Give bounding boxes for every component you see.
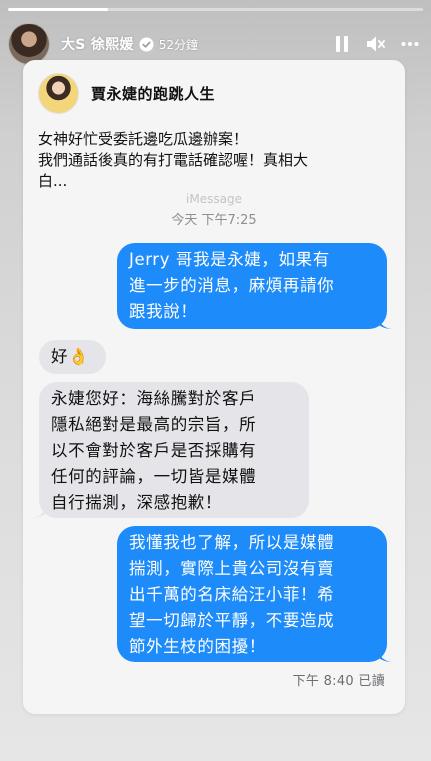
caption-line: 女神好忙受委託邊吃瓜邊辦案！ — [38, 130, 249, 148]
message-line: Jerry 哥我是永婕，如果有 — [129, 250, 330, 269]
story-controls — [331, 33, 423, 55]
message-line: 進一步的消息，麻煩再請你 — [129, 276, 335, 295]
message-line: 任何的評論，一切皆是媒體 — [51, 467, 257, 486]
message-line: 跟我說！ — [129, 302, 198, 321]
message-line: 永婕您好：海絲騰對於客戶 — [51, 389, 257, 408]
received-message-bubble: 永婕您好：海絲騰對於客戶 隱私絕對是最高的宗旨，所 以不會對於客戶是否採購有 任… — [39, 382, 309, 518]
post-caption: 女神好忙受委託邊吃瓜邊辦案！ 我們通話後真的有打電話確認喔！真相大 白... — [38, 129, 388, 192]
sent-message-bubble: Jerry 哥我是永婕，如果有 進一步的消息，麻煩再請你 跟我說！ — [117, 243, 387, 329]
message-line: 出千萬的名床給汪小菲！希 — [129, 585, 335, 604]
imessage-header: iMessage — [186, 192, 242, 206]
message-line: 望一切歸於平靜，不要造成 — [129, 611, 335, 630]
card-author: 賈永婕的跑跳人生 — [38, 73, 215, 114]
message-line: 節外生枝的困擾！ — [129, 637, 266, 656]
caption-line: 白... — [38, 172, 68, 190]
read-receipt: 下午 8:40 已讀 — [292, 674, 385, 689]
user-avatar[interactable] — [8, 23, 50, 65]
sent-bubble-tail — [378, 317, 392, 329]
message-line: 好👌 — [51, 347, 90, 366]
received-message-bubble: 好👌 — [39, 340, 106, 374]
chat-date: 今天 下午7:25 — [171, 213, 257, 228]
author-name: 賈永婕的跑跳人生 — [91, 85, 216, 103]
message-line: 我懂我也了解，所以是媒體 — [129, 533, 335, 552]
caption-line: 我們通話後真的有打電話確認喔！真相大 — [38, 151, 309, 169]
message-line: 隱私絕對是最高的宗旨，所 — [51, 415, 257, 434]
more-horizontal-icon[interactable] — [399, 33, 421, 55]
pause-icon[interactable] — [331, 33, 353, 55]
sent-message-bubble: 我懂我也了解，所以是媒體 揣測，實際上貴公司沒有賣 出千萬的名床給汪小菲！希 望… — [117, 526, 387, 662]
author-avatar — [38, 73, 79, 114]
story-progress-fill — [8, 8, 108, 11]
sent-bubble-tail — [378, 650, 392, 662]
message-line: 以不會對於客戶是否採購有 — [51, 441, 257, 460]
story-progress-bar — [8, 8, 423, 11]
post-time: 52分鐘 — [158, 37, 199, 52]
verified-badge-icon — [139, 36, 154, 52]
user-name[interactable]: 大S 徐熙媛 — [61, 34, 134, 54]
message-line: 自行揣測，深感抱歉！ — [51, 493, 222, 512]
received-bubble-tail — [32, 506, 46, 518]
volume-muted-icon[interactable] — [365, 33, 387, 55]
message-line: 揣測，實際上貴公司沒有賣 — [129, 559, 335, 578]
story-card[interactable]: 賈永婕的跑跳人生 女神好忙受委託邊吃瓜邊辦案！ 我們通話後真的有打電話確認喔！真… — [23, 60, 405, 714]
